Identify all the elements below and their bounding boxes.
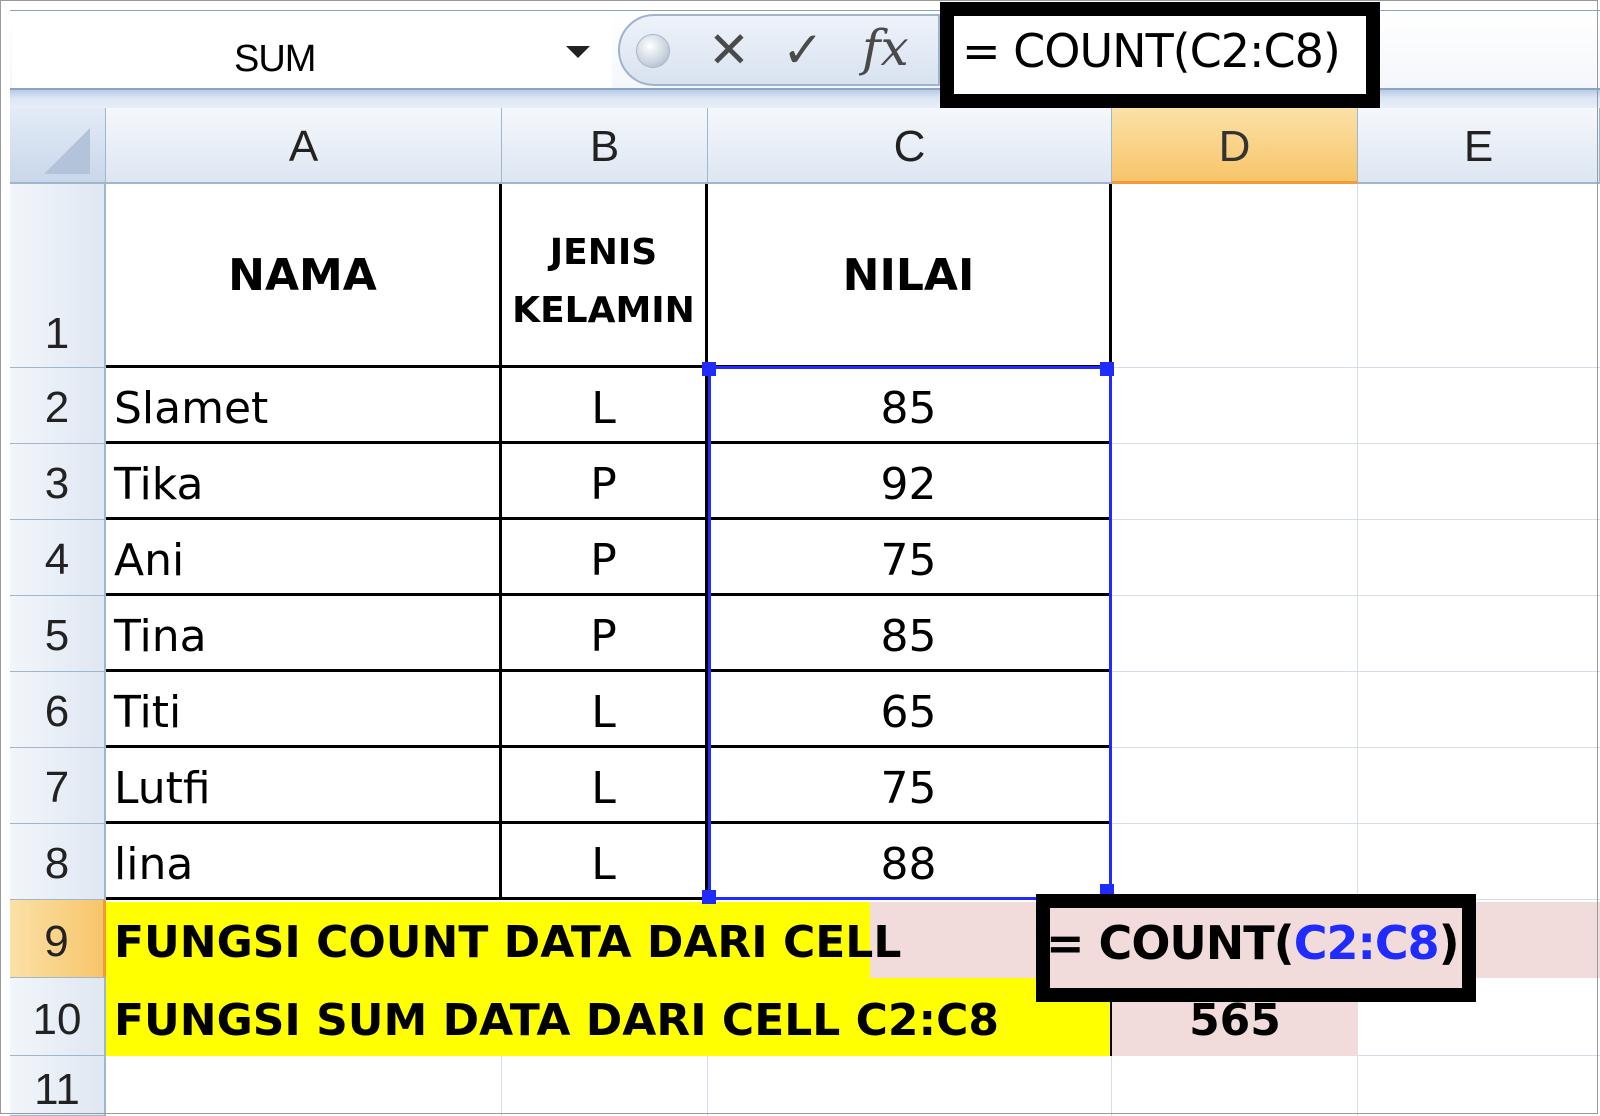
column-header-b[interactable]: B — [502, 108, 708, 184]
gridline — [1112, 595, 1600, 596]
row-header-3[interactable]: 3 — [10, 444, 106, 520]
column-header-d[interactable]: D — [1112, 108, 1358, 184]
cell-c5[interactable]: 85 — [708, 596, 1112, 672]
cell-c4[interactable]: 75 — [708, 520, 1112, 596]
cell-a4[interactable]: Ani — [106, 520, 502, 596]
cell-b8[interactable]: L — [502, 824, 708, 900]
name-box-value: SUM — [234, 38, 316, 80]
cell-b6[interactable]: L — [502, 672, 708, 748]
gridline — [1112, 519, 1600, 520]
cell-c8[interactable]: 88 — [708, 824, 1112, 900]
cell-a3[interactable]: Tika — [106, 444, 502, 520]
insert-function-icon[interactable]: fx — [862, 18, 909, 78]
row-header-10[interactable]: 10 — [10, 978, 106, 1056]
cell-c1[interactable]: NILAI — [708, 184, 1112, 368]
cell-b1-line1: JENIS — [549, 232, 658, 273]
gridline — [1111, 1056, 1112, 1116]
cell-a2[interactable]: Slamet — [106, 368, 502, 444]
formula-prefix: = COUNT( — [1046, 916, 1295, 970]
select-all-icon — [44, 128, 90, 174]
cell-b2[interactable]: L — [502, 368, 708, 444]
range-handle-top-right[interactable] — [1100, 362, 1114, 376]
row-header-8[interactable]: 8 — [10, 824, 106, 900]
cell-b7[interactable]: L — [502, 748, 708, 824]
row-header-5[interactable]: 5 — [10, 596, 106, 672]
row-header-11[interactable]: 11 — [10, 1056, 106, 1116]
chevron-down-icon[interactable] — [566, 46, 590, 58]
range-handle-bottom-left[interactable] — [702, 890, 716, 904]
range-handle-top-left[interactable] — [702, 362, 716, 376]
formula-input[interactable]: = COUNT(C2:C8) — [962, 24, 1341, 78]
gridline — [1112, 443, 1600, 444]
cell-b5[interactable]: P — [502, 596, 708, 672]
cell-c3[interactable]: 92 — [708, 444, 1112, 520]
cell-b1-line2: KELAMIN — [512, 290, 695, 331]
cell-a8[interactable]: lina — [106, 824, 502, 900]
gridline — [1112, 367, 1600, 368]
formula-suffix: ) — [1438, 916, 1460, 970]
name-box[interactable]: SUM — [12, 12, 612, 88]
active-cell-d9-formula[interactable]: = COUNT(C2:C8) — [1046, 916, 1460, 970]
cell-c2[interactable]: 85 — [708, 368, 1112, 444]
row-header-4[interactable]: 4 — [10, 520, 106, 596]
row-header-6[interactable]: 6 — [10, 672, 106, 748]
cell-b4[interactable]: P — [502, 520, 708, 596]
row-header-2[interactable]: 2 — [10, 368, 106, 444]
enter-icon[interactable]: ✓ — [782, 20, 824, 80]
row-header-7[interactable]: 7 — [10, 748, 106, 824]
cell-a9-count-label[interactable]: FUNGSI COUNT DATA DARI CELL — [106, 902, 901, 978]
gridline — [707, 1056, 708, 1116]
column-header-a[interactable]: A — [106, 108, 502, 184]
cell-a7[interactable]: Lutfi — [106, 748, 502, 824]
cell-b3[interactable]: P — [502, 444, 708, 520]
cell-c7[interactable]: 75 — [708, 748, 1112, 824]
cell-c6[interactable]: 65 — [708, 672, 1112, 748]
column-header-e[interactable]: E — [1358, 108, 1600, 184]
formula-range-reference: C2:C8 — [1293, 916, 1440, 970]
gridline — [1112, 823, 1600, 824]
cell-a10-sum-label[interactable]: FUNGSI SUM DATA DARI CELL C2:C8 — [106, 978, 1112, 1056]
row-header-9[interactable]: 9 — [10, 900, 106, 978]
resize-handle-icon[interactable] — [636, 34, 670, 68]
gridline — [1112, 747, 1600, 748]
cell-b1[interactable]: JENIS KELAMIN — [502, 184, 708, 368]
gridline — [1112, 671, 1600, 672]
gridline — [501, 1056, 502, 1116]
cell-a5[interactable]: Tina — [106, 596, 502, 672]
row-header-1[interactable]: 1 — [10, 184, 106, 368]
cancel-icon[interactable]: ✕ — [708, 20, 750, 80]
cell-a6[interactable]: Titi — [106, 672, 502, 748]
cell-a1[interactable]: NAMA — [106, 184, 502, 368]
column-header-c[interactable]: C — [708, 108, 1112, 184]
